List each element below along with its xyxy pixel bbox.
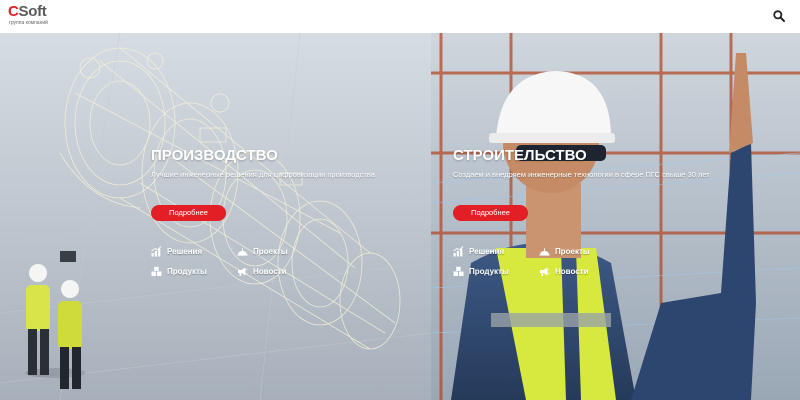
csoft-logo[interactable]: CSoft группа компаний — [8, 3, 54, 31]
logo-tagline: группа компаний — [9, 20, 48, 26]
construction-link-news-label: Новости — [555, 266, 589, 276]
production-link-news-label: Новости — [253, 266, 287, 276]
production-link-products-label: Продукты — [167, 266, 207, 276]
construction-more-button[interactable]: Подробнее — [453, 205, 528, 221]
production-title: ПРОИЗВОДСТВО — [151, 147, 278, 164]
construction-link-solutions-label: Решения — [469, 246, 505, 256]
products-icon — [453, 266, 464, 276]
projects-icon — [539, 247, 550, 256]
production-link-news[interactable]: Новости — [237, 265, 287, 277]
construction-description: Создаем и внедряем инженерные технологии… — [453, 170, 710, 179]
solutions-icon — [453, 245, 464, 256]
solutions-icon — [151, 245, 162, 256]
construction-link-projects[interactable]: Проекты — [539, 245, 590, 257]
search-icon[interactable] — [772, 9, 786, 23]
production-link-products[interactable]: Продукты — [151, 265, 207, 277]
projects-icon — [237, 247, 248, 256]
production-link-solutions-label: Решения — [167, 246, 203, 256]
site-header: CSoft группа компаний — [0, 0, 800, 33]
production-description: Лучшие инженерные решения для цифровизац… — [151, 170, 375, 179]
construction-link-projects-label: Проекты — [555, 246, 590, 256]
production-link-projects[interactable]: Проекты — [237, 245, 288, 257]
construction-link-products-label: Продукты — [469, 266, 509, 276]
production-link-solutions[interactable]: Решения — [151, 245, 202, 257]
production-more-button[interactable]: Подробнее — [151, 205, 226, 221]
construction-panel[interactable]: СТРОИТЕЛЬСТВО Создаем и внедряем инженер… — [431, 33, 800, 400]
news-icon — [540, 267, 550, 276]
production-panel[interactable]: ПРОИЗВОДСТВО Лучшие инженерные решения д… — [0, 33, 431, 400]
logo-wordmark: CSoft — [8, 3, 47, 20]
construction-title: СТРОИТЕЛЬСТВО — [453, 147, 587, 164]
products-icon — [151, 266, 162, 276]
news-icon — [238, 267, 248, 276]
production-link-projects-label: Проекты — [253, 246, 288, 256]
construction-link-news[interactable]: Новости — [539, 265, 589, 277]
construction-link-solutions[interactable]: Решения — [453, 245, 504, 257]
construction-link-products[interactable]: Продукты — [453, 265, 509, 277]
